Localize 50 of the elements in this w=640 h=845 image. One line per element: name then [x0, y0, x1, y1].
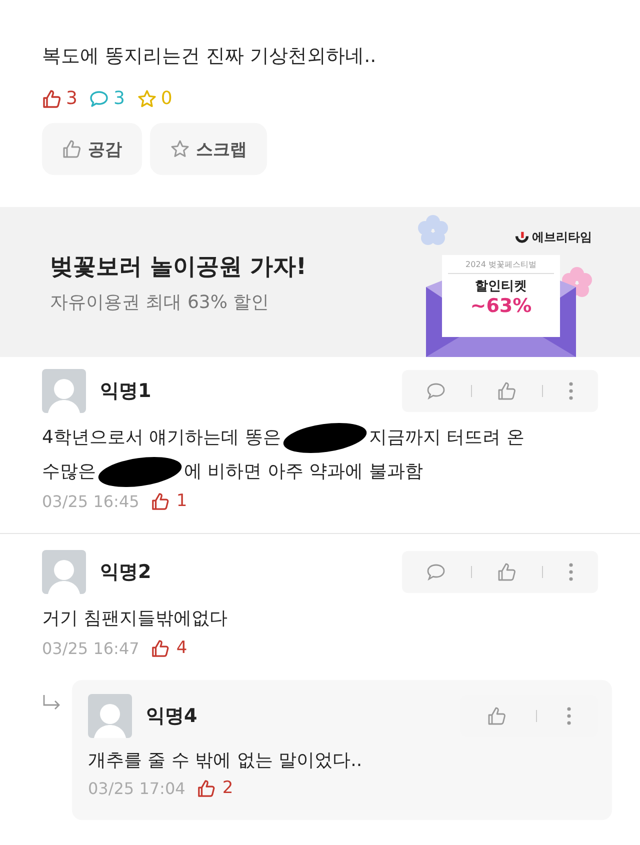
- author-name: 익명4: [146, 704, 198, 729]
- star-icon: [136, 88, 157, 108]
- comment-icon: [89, 88, 110, 108]
- avatar-icon: [88, 694, 132, 738]
- avatar-icon: [42, 550, 86, 594]
- comment-time: 03/25 16:45: [42, 492, 140, 510]
- ad-subtitle: 자유이용권 최대 63% 할인: [50, 290, 270, 314]
- comment-count: 3: [113, 88, 125, 109]
- reply-arrow-icon: [42, 694, 62, 710]
- comment-time: 03/25 17:04: [88, 778, 186, 798]
- thumbs-up-icon[interactable]: [486, 706, 506, 726]
- like-count: 1: [176, 491, 188, 511]
- comment-text: 개추를 줄 수 밖에 없는 말이었다..: [88, 750, 362, 771]
- comment-text: 지금까지 터뜨려 온: [368, 427, 524, 448]
- thumbs-up-icon: [62, 139, 82, 159]
- thumbs-up-icon: [151, 638, 170, 658]
- thumbs-up-icon: [197, 778, 216, 798]
- flower-icon: [418, 215, 448, 245]
- comment-time: 03/25 16:47: [42, 638, 140, 658]
- reply-icon[interactable]: [426, 381, 446, 401]
- thumbs-up-icon: [151, 492, 170, 510]
- like-count: 3: [66, 88, 78, 109]
- like-count: 2: [222, 778, 234, 798]
- scrap-button[interactable]: 스크랩: [150, 123, 267, 175]
- ticket-title: 할인티켓: [474, 278, 528, 295]
- author-name: 익명2: [100, 560, 152, 585]
- ticket-caption: 2024 벚꽃페스티벌: [448, 259, 554, 274]
- like-count: 4: [176, 638, 188, 658]
- ad-title: 벚꽃보러 놀이공원 가자!: [50, 252, 307, 282]
- logo-icon: [515, 230, 529, 244]
- like-button[interactable]: 공감: [42, 123, 142, 175]
- more-icon[interactable]: [566, 706, 572, 726]
- star-icon: [170, 139, 190, 159]
- thumbs-up-icon[interactable]: [496, 381, 517, 401]
- scrap-count: 0: [160, 88, 172, 109]
- comment-text: 수많은: [42, 461, 96, 482]
- comment-text: 4학년으로서 얘기하는데 똥은: [42, 427, 281, 448]
- ticket-discount: ~63%: [469, 295, 533, 317]
- avatar-icon: [42, 369, 86, 413]
- brand-name: 에브리타임: [532, 229, 592, 246]
- more-icon[interactable]: [568, 562, 574, 582]
- post-text: 복도에 똥지리는건 진짜 기상천외하네..: [42, 44, 378, 69]
- thumbs-up-icon[interactable]: [496, 562, 517, 582]
- comment-text: 거기 침팬지들밖에없다: [42, 608, 228, 629]
- reply-icon[interactable]: [426, 562, 446, 582]
- author-name: 익명1: [100, 379, 152, 404]
- thumbs-up-icon: [42, 88, 62, 108]
- comment-text: 에 비하면 아주 약과에 불과함: [184, 461, 423, 482]
- ad-banner[interactable]: 벚꽃보러 놀이공원 가자! 자유이용권 최대 63% 할인 에브리타임 2024 벚꽃페스티벌 할인티켓 ~63%: [0, 207, 640, 357]
- more-icon[interactable]: [568, 381, 574, 401]
